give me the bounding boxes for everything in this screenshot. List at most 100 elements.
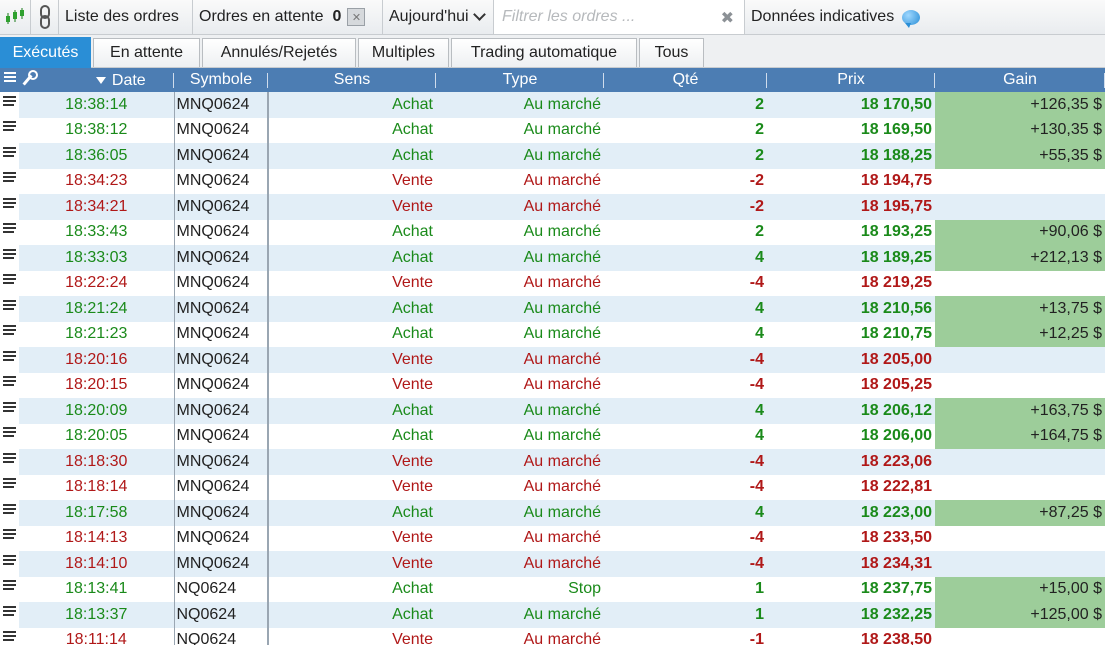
row-detail-icon[interactable] — [0, 117, 19, 143]
table-row[interactable]: 18:17:58 MNQ0624 Achat Au marché 4 18 223,00 +… — [0, 500, 1105, 526]
row-detail-icon[interactable] — [0, 219, 19, 245]
row-detail-icon[interactable] — [0, 372, 19, 398]
filter-field[interactable]: ✖ — [494, 0, 745, 34]
pending-orders-button[interactable]: Ordres en attente 0 ✕ — [193, 0, 383, 34]
tab-cancelled-rejected[interactable]: Annulés/Rejetés — [202, 38, 356, 67]
table-row[interactable]: 18:13:37 NQ0624 Achat Au marché 1 18 232,25 +1… — [0, 602, 1105, 628]
document-icon[interactable] — [3, 172, 16, 185]
document-icon[interactable] — [3, 350, 16, 364]
close-icon[interactable]: ✖ — [721, 8, 734, 28]
cell-side: Vente — [268, 627, 436, 645]
tab-auto-trading[interactable]: Trading automatique — [451, 38, 637, 67]
document-icon[interactable] — [3, 427, 16, 440]
document-icon[interactable] — [3, 248, 16, 262]
row-detail-icon[interactable] — [0, 551, 19, 577]
row-detail-icon[interactable] — [0, 347, 19, 373]
tab-executed[interactable]: Exécutés — [0, 37, 91, 68]
document-icon[interactable] — [3, 376, 16, 389]
clear-icon[interactable]: ✕ — [347, 8, 366, 26]
document-icon[interactable] — [3, 554, 16, 568]
table-row[interactable]: 18:14:13 MNQ0624 Vente Au marché -4 18 233,50 — [0, 525, 1105, 551]
wrench-icon[interactable] — [23, 69, 38, 85]
col-gain[interactable]: Gain — [935, 68, 1105, 92]
row-detail-icon[interactable] — [0, 296, 19, 322]
table-row[interactable]: 18:38:12 MNQ0624 Achat Au marché 2 18 169,50 +… — [0, 117, 1105, 143]
cell-type: Au marché — [436, 551, 604, 577]
col-qty[interactable]: Qté — [604, 68, 767, 92]
cell-side: Vente — [268, 194, 436, 220]
document-icon[interactable] — [3, 146, 16, 160]
table-row[interactable]: 18:22:24 MNQ0624 Vente Au marché -4 18 219,25 — [0, 270, 1105, 296]
row-detail-icon[interactable] — [0, 270, 19, 296]
table-row[interactable]: 18:11:14 NQ0624 Vente Au marché -1 18 238,50 — [0, 627, 1105, 645]
chain-link-icon[interactable] — [31, 0, 59, 34]
document-icon[interactable] — [3, 631, 16, 644]
tab-multiple[interactable]: Multiples — [358, 38, 449, 67]
table-row[interactable]: 18:20:15 MNQ0624 Vente Au marché -4 18 205,25 — [0, 372, 1105, 398]
cell-time: 18:22:24 — [19, 270, 174, 296]
document-icon[interactable] — [3, 452, 16, 466]
table-row[interactable]: 18:18:30 MNQ0624 Vente Au marché -4 18 223,06 — [0, 449, 1105, 475]
col-date[interactable]: Date — [19, 68, 174, 92]
col-price[interactable]: Prix — [767, 68, 935, 92]
table-row[interactable]: 18:13:41 NQ0624 Achat Stop 1 18 237,75 +15,00 … — [0, 576, 1105, 602]
document-icon[interactable] — [3, 401, 16, 415]
tab-all[interactable]: Tous — [639, 38, 704, 67]
orders-list-button[interactable]: Liste des ordres — [59, 0, 193, 34]
table-row[interactable]: 18:21:23 MNQ0624 Achat Au marché 4 18 210,75 +… — [0, 321, 1105, 347]
table-row[interactable]: 18:21:24 MNQ0624 Achat Au marché 4 18 210,56 +… — [0, 296, 1105, 322]
row-detail-icon[interactable] — [0, 245, 19, 271]
chat-bubble-icon[interactable] — [902, 9, 921, 28]
document-icon[interactable] — [3, 223, 16, 236]
cell-qty: 2 — [604, 92, 767, 118]
cell-time: 18:38:12 — [19, 117, 174, 143]
row-detail-icon[interactable] — [0, 525, 19, 551]
tab-pending[interactable]: En attente — [93, 38, 200, 67]
document-icon[interactable] — [3, 605, 16, 619]
document-icon[interactable] — [3, 325, 16, 338]
table-row[interactable]: 18:34:23 MNQ0624 Vente Au marché -2 18 194,75 — [0, 168, 1105, 194]
document-icon[interactable] — [3, 274, 16, 287]
candlestick-chart-icon[interactable] — [0, 0, 31, 34]
document-icon[interactable] — [3, 529, 16, 542]
row-detail-icon[interactable] — [0, 627, 19, 645]
table-row[interactable]: 18:18:14 MNQ0624 Vente Au marché -4 18 222,81 — [0, 474, 1105, 500]
document-icon[interactable] — [3, 121, 16, 134]
date-filter-select[interactable]: Aujourd'hui — [383, 0, 494, 34]
document-icon[interactable] — [3, 197, 16, 211]
document-icon[interactable] — [3, 95, 16, 109]
table-row[interactable]: 18:14:10 MNQ0624 Vente Au marché -4 18 234,31 — [0, 551, 1105, 577]
col-side[interactable]: Sens — [268, 68, 436, 92]
table-row[interactable]: 18:34:21 MNQ0624 Vente Au marché -2 18 195,75 — [0, 194, 1105, 220]
table-row[interactable]: 18:36:05 MNQ0624 Achat Au marché 2 18 188,25 +… — [0, 143, 1105, 169]
col-type[interactable]: Type — [436, 68, 604, 92]
cell-price: 18 205,25 — [767, 372, 935, 398]
table-row[interactable]: 18:20:05 MNQ0624 Achat Au marché 4 18 206,00 +… — [0, 423, 1105, 449]
row-detail-icon[interactable] — [0, 398, 19, 424]
row-detail-icon[interactable] — [0, 449, 19, 475]
document-icon[interactable] — [3, 503, 16, 517]
document-icon[interactable] — [3, 580, 16, 593]
row-detail-icon[interactable] — [0, 423, 19, 449]
row-detail-icon[interactable] — [0, 143, 19, 169]
row-detail-icon[interactable] — [0, 474, 19, 500]
row-detail-icon[interactable] — [0, 321, 19, 347]
row-detail-icon[interactable] — [0, 92, 19, 118]
col-symbol[interactable]: Symbole — [174, 68, 268, 92]
row-detail-icon[interactable] — [0, 194, 19, 220]
table-row[interactable]: 18:33:03 MNQ0624 Achat Au marché 4 18 189,25 +… — [0, 245, 1105, 271]
document-icon[interactable] — [3, 299, 16, 313]
row-detail-icon[interactable] — [0, 576, 19, 602]
cell-side: Achat — [268, 219, 436, 245]
table-row[interactable]: 18:33:43 MNQ0624 Achat Au marché 2 18 193,25 +… — [0, 219, 1105, 245]
table-row[interactable]: 18:20:09 MNQ0624 Achat Au marché 4 18 206,12 +… — [0, 398, 1105, 424]
document-icon[interactable] — [3, 478, 16, 491]
cell-symbol: MNQ0624 — [173, 474, 269, 500]
table-row[interactable]: 18:38:14 MNQ0624 Achat Au marché 2 18 170,50 +… — [0, 92, 1105, 118]
row-detail-icon[interactable] — [0, 500, 19, 526]
table-row[interactable]: 18:20:16 MNQ0624 Vente Au marché -4 18 205,00 — [0, 347, 1105, 373]
filter-input[interactable] — [500, 7, 714, 27]
row-detail-icon[interactable] — [0, 602, 19, 628]
cell-symbol: MNQ0624 — [173, 372, 269, 398]
row-detail-icon[interactable] — [0, 168, 19, 194]
